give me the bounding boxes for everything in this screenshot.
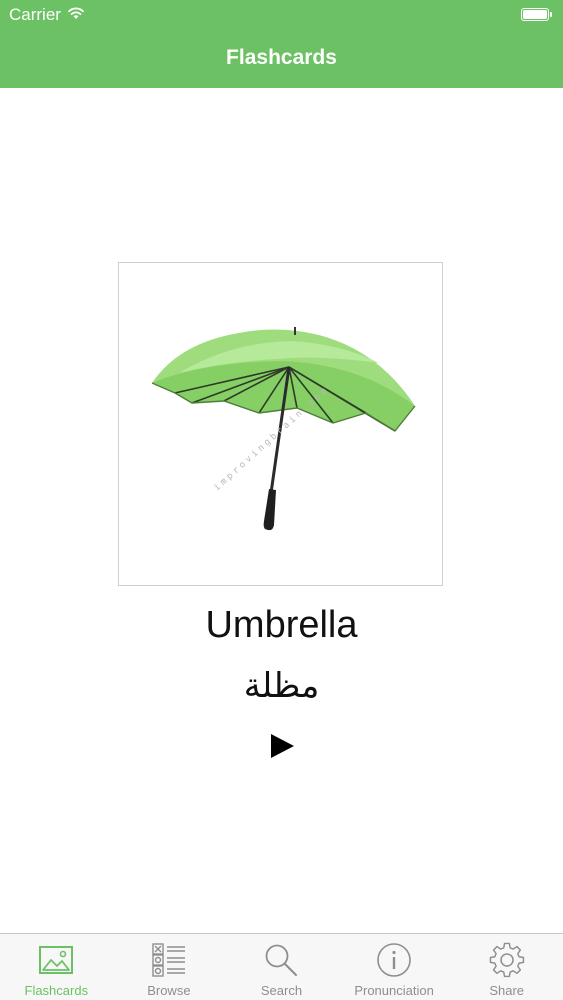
page-title: Flashcards bbox=[226, 46, 337, 69]
flashcard-image[interactable]: improvingbrain.com bbox=[118, 262, 443, 586]
search-icon bbox=[266, 944, 298, 976]
tab-bar: Flashcards Browse Search Pronunciation S… bbox=[0, 933, 563, 1000]
tab-label-pronunciation: Pronunciation bbox=[354, 983, 434, 998]
english-word: Umbrella bbox=[205, 604, 358, 646]
tab-label-search: Search bbox=[260, 983, 303, 998]
battery-icon bbox=[521, 8, 552, 21]
info-icon bbox=[377, 943, 411, 977]
list-icon bbox=[152, 943, 185, 977]
wifi-icon bbox=[68, 7, 84, 19]
flashcard-screen: Carrier Flashcards improvingbrain.com Um… bbox=[0, 0, 563, 1000]
arabic-word: مظلة bbox=[243, 666, 320, 706]
tab-label-share: Share bbox=[489, 983, 525, 998]
tab-flashcards[interactable]: Flashcards bbox=[0, 934, 113, 1000]
picture-icon bbox=[39, 946, 74, 974]
tab-pronunciation[interactable]: Pronunciation bbox=[338, 934, 451, 1000]
play-icon[interactable] bbox=[262, 726, 302, 766]
carrier-label: Carrier bbox=[9, 5, 61, 24]
tab-browse[interactable]: Browse bbox=[113, 934, 226, 1000]
header-bar: Carrier Flashcards bbox=[0, 0, 563, 88]
umbrella-picture: improvingbrain.com bbox=[151, 327, 416, 531]
gear-icon bbox=[489, 942, 524, 978]
tab-share[interactable]: Share bbox=[450, 934, 563, 1000]
tab-label-flashcards: Flashcards bbox=[24, 983, 89, 998]
tab-label-browse: Browse bbox=[147, 983, 191, 998]
tab-search[interactable]: Search bbox=[225, 934, 338, 1000]
